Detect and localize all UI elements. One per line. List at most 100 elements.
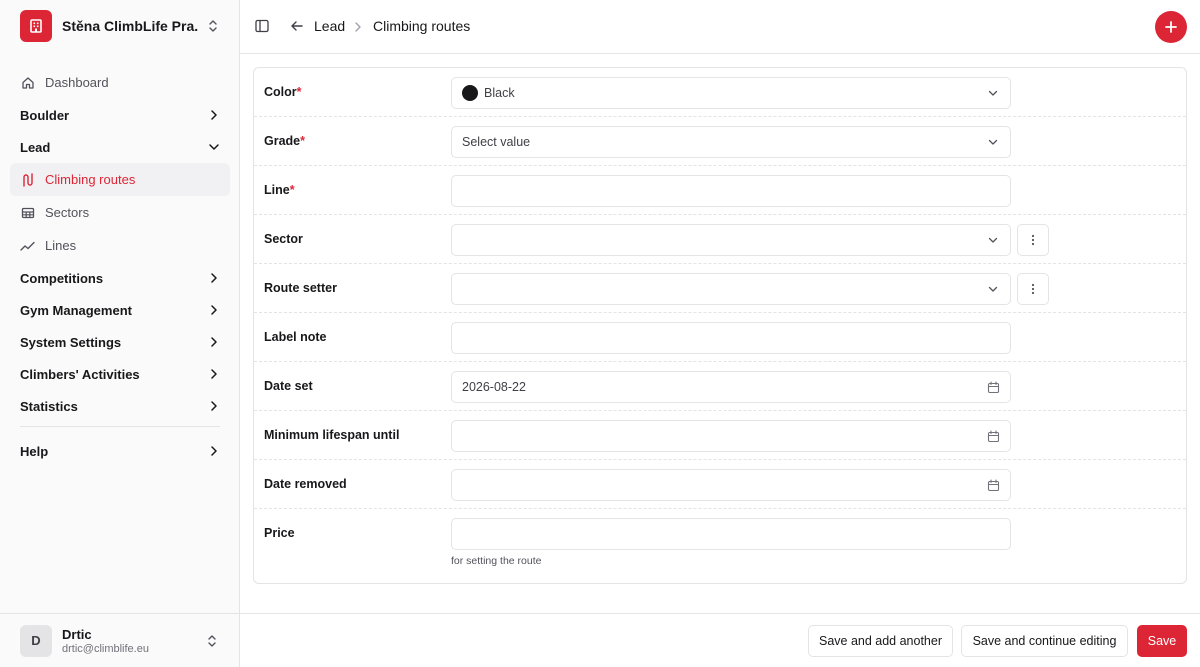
building-icon bbox=[20, 10, 52, 42]
org-name: Stěna ClimbLife Pra... bbox=[62, 18, 198, 34]
chevron-down-icon bbox=[208, 141, 220, 153]
sidebar-group-statistics[interactable]: Statistics bbox=[10, 390, 230, 422]
save-button[interactable]: Save bbox=[1137, 625, 1187, 657]
user-info: Drtic drtic@climblife.eu bbox=[62, 627, 149, 655]
user-email: drtic@climblife.eu bbox=[62, 642, 149, 655]
climbing-route-icon bbox=[20, 172, 35, 187]
sector-label: Sector bbox=[264, 232, 303, 246]
more-vertical-icon bbox=[1031, 283, 1035, 295]
org-switcher[interactable]: Stěna ClimbLife Pra... bbox=[10, 8, 230, 44]
form-row-line: Line* bbox=[254, 166, 1186, 215]
breadcrumb-lead[interactable]: Lead bbox=[314, 18, 345, 34]
chevron-right-icon bbox=[208, 109, 220, 121]
add-button[interactable] bbox=[1155, 11, 1187, 43]
form-row-route-setter: Route setter bbox=[254, 264, 1186, 313]
grade-label: Grade* bbox=[264, 134, 306, 148]
chevrons-up-down-icon bbox=[206, 19, 220, 33]
form-row-min-lifespan: Minimum lifespan until bbox=[254, 411, 1186, 460]
sector-select[interactable] bbox=[451, 224, 1011, 256]
route-setter-label: Route setter bbox=[264, 281, 337, 295]
sidebar-group-help[interactable]: Help bbox=[10, 435, 230, 467]
sidebar-nav: Dashboard Boulder Lead Climbing routes S… bbox=[10, 66, 230, 467]
table-icon bbox=[20, 205, 35, 220]
form-row-label-note: Label note bbox=[254, 313, 1186, 362]
sidebar-group-label: Boulder bbox=[20, 107, 70, 123]
sidebar-group-label: Gym Management bbox=[20, 302, 132, 318]
sidebar-group-label: Climbers' Activities bbox=[20, 366, 140, 382]
sidebar-group-competitions[interactable]: Competitions bbox=[10, 262, 230, 294]
chevron-down-icon bbox=[986, 282, 1000, 296]
form-actions: Save and add another Save and continue e… bbox=[240, 613, 1200, 667]
calendar-icon bbox=[986, 478, 1000, 492]
color-swatch bbox=[462, 85, 478, 101]
sidebar-item-lines[interactable]: Lines bbox=[10, 229, 230, 262]
chevron-down-icon bbox=[986, 86, 1000, 100]
date-set-label: Date set bbox=[264, 379, 313, 393]
sidebar-item-label: Climbing routes bbox=[45, 172, 136, 187]
chevron-down-icon bbox=[986, 233, 1000, 247]
line-label: Line* bbox=[264, 183, 295, 197]
required-marker: * bbox=[296, 85, 302, 99]
route-setter-select[interactable] bbox=[451, 273, 1011, 305]
sidebar-divider bbox=[20, 426, 220, 427]
form-row-color: Color* Black bbox=[254, 68, 1186, 117]
line-input[interactable] bbox=[451, 175, 1011, 207]
form-row-price: Price for setting the route bbox=[254, 509, 1186, 583]
label-note-input[interactable] bbox=[451, 322, 1011, 354]
sidebar-group-lead[interactable]: Lead bbox=[10, 131, 230, 163]
topbar: Lead Climbing routes bbox=[240, 0, 1200, 54]
breadcrumb-climbing-routes: Climbing routes bbox=[373, 18, 471, 34]
date-removed-input[interactable] bbox=[451, 469, 1011, 501]
grade-value: Select value bbox=[462, 135, 531, 149]
sidebar: Stěna ClimbLife Pra... Dashboard Boulder… bbox=[0, 0, 240, 667]
more-vertical-icon bbox=[1031, 234, 1035, 246]
price-help-text: for setting the route bbox=[451, 555, 542, 567]
sidebar-toggle-icon[interactable] bbox=[254, 18, 270, 34]
sidebar-item-label: Lines bbox=[45, 238, 77, 253]
save-and-continue-button[interactable]: Save and continue editing bbox=[961, 625, 1128, 657]
chevron-right-icon bbox=[208, 304, 220, 316]
price-input[interactable] bbox=[451, 518, 1011, 550]
form-row-grade: Grade* Select value bbox=[254, 117, 1186, 166]
sector-more-button[interactable] bbox=[1017, 224, 1049, 256]
min-lifespan-input[interactable] bbox=[451, 420, 1011, 452]
form-row-date-removed: Date removed bbox=[254, 460, 1186, 509]
sidebar-group-boulder[interactable]: Boulder bbox=[10, 99, 230, 131]
sidebar-group-label: Lead bbox=[20, 139, 51, 155]
sidebar-group-system-settings[interactable]: System Settings bbox=[10, 326, 230, 358]
form-row-date-set: Date set 2026-08-22 bbox=[254, 362, 1186, 411]
sidebar-item-label: Sectors bbox=[45, 205, 90, 220]
price-label: Price bbox=[264, 526, 295, 540]
color-value: Black bbox=[484, 86, 515, 100]
user-menu[interactable]: D Drtic drtic@climblife.eu bbox=[0, 613, 239, 667]
plus-icon bbox=[1165, 21, 1177, 33]
sidebar-item-sectors[interactable]: Sectors bbox=[10, 196, 230, 229]
chevron-right-icon bbox=[208, 368, 220, 380]
chevron-right-icon bbox=[208, 272, 220, 284]
color-select[interactable]: Black bbox=[451, 77, 1011, 109]
home-icon bbox=[20, 75, 35, 90]
chevron-right-icon bbox=[354, 20, 364, 32]
date-set-value: 2026-08-22 bbox=[462, 380, 526, 394]
chevron-right-icon bbox=[208, 336, 220, 348]
sidebar-group-climbers-activities[interactable]: Climbers' Activities bbox=[10, 358, 230, 390]
route-setter-more-button[interactable] bbox=[1017, 273, 1049, 305]
sidebar-item-climbing-routes[interactable]: Climbing routes bbox=[10, 163, 230, 196]
grade-select[interactable]: Select value bbox=[451, 126, 1011, 158]
chevrons-up-down-icon bbox=[205, 634, 219, 648]
calendar-icon bbox=[986, 380, 1000, 394]
arrow-left-icon[interactable] bbox=[290, 19, 304, 33]
form-row-sector: Sector bbox=[254, 215, 1186, 264]
date-set-input[interactable]: 2026-08-22 bbox=[451, 371, 1011, 403]
sidebar-item-dashboard[interactable]: Dashboard bbox=[10, 66, 230, 99]
required-marker: * bbox=[289, 183, 295, 197]
calendar-icon bbox=[986, 429, 1000, 443]
sidebar-group-gym-management[interactable]: Gym Management bbox=[10, 294, 230, 326]
save-and-add-another-button[interactable]: Save and add another bbox=[808, 625, 953, 657]
chevron-right-icon bbox=[208, 400, 220, 412]
sidebar-group-label: Help bbox=[20, 443, 49, 459]
route-form: Color* Black Grade* Select value Line* S… bbox=[253, 67, 1187, 584]
color-label: Color* bbox=[264, 85, 302, 99]
sidebar-item-label: Dashboard bbox=[45, 75, 109, 90]
sidebar-group-label: System Settings bbox=[20, 334, 122, 350]
